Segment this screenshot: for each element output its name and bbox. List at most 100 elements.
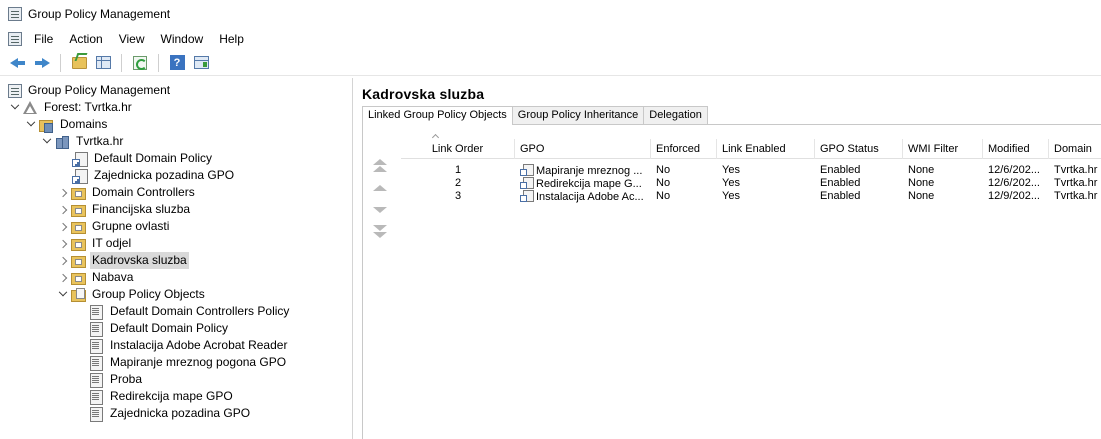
tree-item-gpo[interactable]: Proba [88,371,144,388]
ou-icon [70,253,86,269]
action-pane-button[interactable] [191,53,211,73]
tree-label: Domains [60,117,108,131]
expand-chevron-icon[interactable] [56,252,70,269]
collapse-chevron-icon[interactable] [24,116,38,133]
show-hide-tree-icon [95,56,111,69]
tree-item-linked-gpo[interactable]: Default Domain Policy [72,150,214,167]
table-header: Link Order GPO Enforced Link Enabled GPO… [401,133,1101,159]
show-hide-tree-button[interactable] [93,53,113,73]
gpm-icon [8,83,22,98]
linked-gpo-icon [520,164,534,176]
up-level-button[interactable] [69,53,89,73]
col-gpo-status[interactable]: GPO Status [815,139,903,159]
tree-item-ou[interactable]: IT odjel [56,235,133,252]
tree-item-gpo[interactable]: Default Domain Policy [88,320,230,337]
menu-file[interactable]: File [26,28,61,50]
tree-label: Forest: Tvrtka.hr [44,100,132,114]
col-modified[interactable]: Modified [983,139,1049,159]
domains-icon [38,117,54,133]
col-wmi-filter[interactable]: WMI Filter [903,139,983,159]
linked-gpo-icon [72,168,88,184]
move-to-bottom-icon[interactable] [373,225,387,239]
gpo-icon [88,321,104,337]
cell-domain: Tvrtka.hr [1054,164,1098,176]
tree-label: Group Policy Objects [92,287,205,301]
menu-window[interactable]: Window [153,28,212,50]
cell-gpo-status: Enabled [820,190,861,202]
tree-item-ou-selected[interactable]: Kadrovska sluzba [56,252,189,269]
tree-item-ou[interactable]: Nabava [56,269,135,286]
toolbar-separator [158,53,159,72]
tree-item-gpo-folder[interactable]: Group Policy Objects [56,286,207,303]
tree-label: Kadrovska sluzba [90,252,189,269]
cell-domain: Tvrtka.hr [1054,177,1098,189]
move-down-icon[interactable] [373,203,387,217]
linked-gpo-icon [520,190,534,202]
tree-label: Proba [110,372,143,386]
tree-item-gpo[interactable]: Redirekcija mape GPO [88,388,235,405]
tree-label: Redirekcija mape GPO [110,389,233,403]
collapse-chevron-icon[interactable] [56,286,70,303]
tree-label: Default Domain Controllers Policy [110,304,290,318]
tree-item-domains[interactable]: Domains [24,116,109,133]
col-link-enabled[interactable]: Link Enabled [717,139,815,159]
move-to-top-icon[interactable] [373,159,387,173]
tree-item-linked-gpo[interactable]: Zajednicka pozadina GPO [72,167,236,184]
table-row[interactable]: 3 Instalacija Adobe Ac... No Yes Enabled… [401,190,1101,203]
cell-link-enabled: Yes [722,177,740,189]
menu-help[interactable]: Help [211,28,252,50]
tree-item-gpo[interactable]: Zajednicka pozadina GPO [88,405,252,422]
forward-button[interactable] [32,53,52,73]
help-button[interactable]: ? [167,53,187,73]
toolbar: ? [0,50,1101,76]
expand-chevron-icon[interactable] [56,201,70,218]
expand-chevron-icon[interactable] [56,218,70,235]
expand-chevron-icon[interactable] [56,184,70,201]
sort-ascending-icon [431,133,440,142]
col-link-order[interactable]: Link Order [401,133,515,159]
details-pane: Kadrovska sluzba Linked Group Policy Obj… [356,78,1101,439]
tree-item-ou[interactable]: Domain Controllers [56,184,197,201]
collapse-chevron-icon[interactable] [8,99,22,116]
tree-item-gpo[interactable]: Default Domain Controllers Policy [88,303,291,320]
expand-chevron-icon[interactable] [56,235,70,252]
tree-item-ou[interactable]: Grupne ovlasti [56,218,171,235]
details-title: Kadrovska sluzba [362,86,485,102]
tab-delegation[interactable]: Delegation [643,106,708,124]
ou-icon [70,185,86,201]
tree-item-gpo[interactable]: Mapiranje mreznog pogona GPO [88,354,288,371]
refresh-button[interactable] [130,53,150,73]
menu-view[interactable]: View [111,28,153,50]
tree-item-root[interactable]: Group Policy Management [8,82,172,99]
col-domain[interactable]: Domain [1049,139,1101,159]
tree-label: Default Domain Policy [94,151,213,165]
tree-item-domain[interactable]: Tvrtka.hr [40,133,125,150]
tree-item-ou[interactable]: Financijska sluzba [56,201,192,218]
tree-label: Domain Controllers [92,185,195,199]
gpo-icon [88,338,104,354]
tree-label: Zajednicka pozadina GPO [110,406,251,420]
back-arrow-icon [10,57,26,69]
system-menu-icon[interactable] [8,32,22,46]
move-up-icon[interactable] [373,182,387,196]
tree-label: Tvrtka.hr [76,134,124,148]
tree-item-gpo[interactable]: Instalacija Adobe Acrobat Reader [88,337,289,354]
col-enforced[interactable]: Enforced [651,139,717,159]
tree-label: Nabava [92,270,134,284]
table-row[interactable]: 1 Mapiranje mreznog ... No Yes Enabled N… [401,164,1101,177]
console-tree[interactable]: Group Policy Management Forest: Tvrtka.h… [0,78,353,439]
tab-gp-inheritance[interactable]: Group Policy Inheritance [511,106,645,124]
tree-item-forest[interactable]: Forest: Tvrtka.hr [8,99,134,116]
column-label: Link Order [431,143,484,155]
menu-action[interactable]: Action [61,28,110,50]
cell-wmi-filter: None [908,164,935,176]
expand-chevron-icon[interactable] [56,269,70,286]
back-button[interactable] [8,53,28,73]
table-row[interactable]: 2 Redirekcija mape G... No Yes Enabled N… [401,177,1101,190]
collapse-chevron-icon[interactable] [40,133,54,150]
cell-enforced: No [656,190,671,202]
linked-gpo-icon [72,151,88,167]
col-gpo[interactable]: GPO [515,139,651,159]
tab-linked-gpos[interactable]: Linked Group Policy Objects [362,106,513,125]
cell-gpo-name: Redirekcija mape G... [536,178,642,190]
